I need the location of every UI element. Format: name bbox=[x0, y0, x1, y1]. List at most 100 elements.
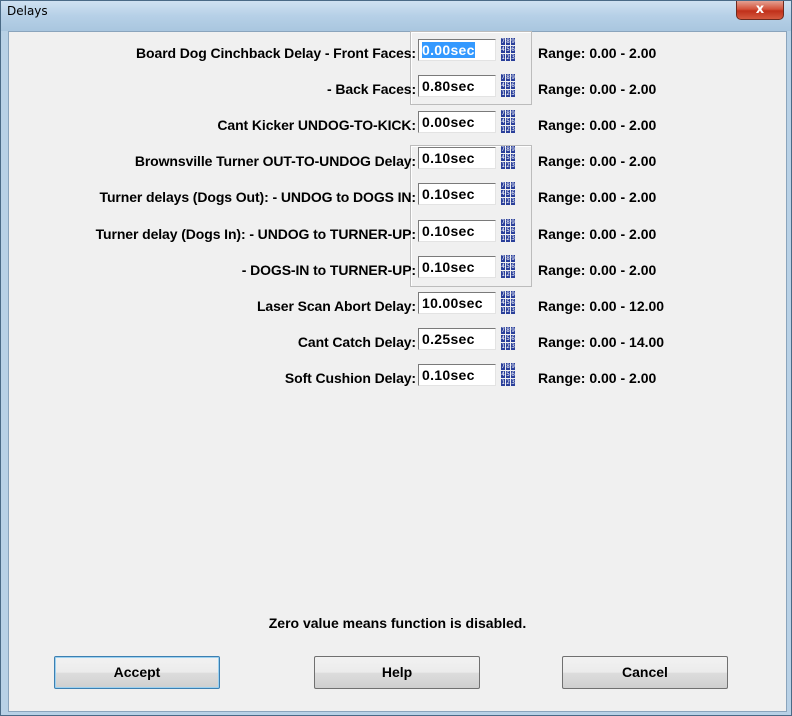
numeric-keypad-icon[interactable]: 789456123 bbox=[501, 110, 517, 134]
keypad-digit: 9 bbox=[511, 327, 515, 334]
keypad-digit: 3 bbox=[511, 379, 515, 386]
keypad-digit: 2 bbox=[506, 90, 510, 97]
delay-range: Range: 0.00 - 2.00 bbox=[538, 262, 657, 278]
keypad-digit: 2 bbox=[506, 271, 510, 278]
keypad-digit: 4 bbox=[501, 299, 505, 306]
cancel-button[interactable]: Cancel bbox=[562, 656, 728, 689]
delay-value: 0.10sec bbox=[422, 150, 475, 166]
keypad-digit: 5 bbox=[506, 335, 510, 342]
keypad-digit: 1 bbox=[501, 307, 505, 314]
keypad-digit: 4 bbox=[501, 263, 505, 270]
keypad-digit: 1 bbox=[501, 162, 505, 169]
numeric-keypad-icon[interactable]: 789456123 bbox=[501, 255, 517, 279]
delay-input[interactable]: 0.10sec bbox=[418, 147, 496, 169]
keypad-digit: 4 bbox=[501, 371, 505, 378]
keypad-digit: 8 bbox=[506, 110, 510, 117]
delay-input[interactable]: 10.00sec bbox=[418, 292, 496, 314]
numeric-keypad-icon[interactable]: 789456123 bbox=[501, 146, 517, 170]
numeric-keypad-icon[interactable]: 789456123 bbox=[501, 327, 517, 351]
keypad-digit: 3 bbox=[511, 90, 515, 97]
delay-label: Turner delays (Dogs Out): - UNDOG to DOG… bbox=[99, 189, 417, 205]
keypad-digit: 4 bbox=[501, 227, 505, 234]
delay-row: Turner delay (Dogs In): - UNDOG to TURNE… bbox=[9, 218, 786, 246]
window-title: Delays bbox=[7, 4, 48, 18]
help-button[interactable]: Help bbox=[314, 656, 480, 689]
keypad-digit: 4 bbox=[501, 82, 505, 89]
keypad-digit: 7 bbox=[501, 255, 505, 262]
keypad-digit: 2 bbox=[506, 162, 510, 169]
delay-input[interactable]: 0.80sec bbox=[418, 75, 496, 97]
keypad-digit: 2 bbox=[506, 307, 510, 314]
delay-label: Turner delay (Dogs In): - UNDOG to TURNE… bbox=[95, 226, 416, 242]
keypad-digit: 9 bbox=[511, 219, 515, 226]
keypad-digit: 6 bbox=[511, 227, 515, 234]
keypad-digit: 6 bbox=[511, 82, 515, 89]
delays-dialog: Delays x Board Dog Cinchback Delay - Fro… bbox=[0, 0, 792, 716]
delay-value: 0.25sec bbox=[422, 331, 475, 347]
delay-range: Range: 0.00 - 2.00 bbox=[538, 226, 657, 242]
keypad-digit: 7 bbox=[501, 110, 505, 117]
keypad-digit: 5 bbox=[506, 118, 510, 125]
accept-button[interactable]: Accept bbox=[54, 656, 220, 689]
keypad-digit: 3 bbox=[511, 271, 515, 278]
delay-label: Laser Scan Abort Delay: bbox=[256, 298, 416, 314]
keypad-digit: 8 bbox=[506, 38, 510, 45]
keypad-digit: 9 bbox=[511, 363, 515, 370]
keypad-digit: 3 bbox=[511, 54, 515, 61]
numeric-keypad-icon[interactable]: 789456123 bbox=[501, 291, 517, 315]
numeric-keypad-icon[interactable]: 789456123 bbox=[501, 74, 517, 98]
numeric-keypad-icon[interactable]: 789456123 bbox=[501, 363, 517, 387]
keypad-digit: 6 bbox=[511, 154, 515, 161]
title-bar[interactable]: Delays x bbox=[1, 1, 791, 31]
delay-input[interactable]: 0.10sec bbox=[418, 183, 496, 205]
delay-input[interactable]: 0.00sec bbox=[418, 39, 496, 61]
delay-label: Board Dog Cinchback Delay - Front Faces: bbox=[136, 45, 416, 61]
keypad-digit: 7 bbox=[501, 182, 505, 189]
delay-range: Range: 0.00 - 14.00 bbox=[538, 334, 665, 350]
delay-range: Range: 0.00 - 2.00 bbox=[538, 189, 657, 205]
keypad-digit: 5 bbox=[506, 46, 510, 53]
keypad-digit: 8 bbox=[506, 146, 510, 153]
delay-value: 0.10sec bbox=[422, 367, 475, 383]
delay-input[interactable]: 0.10sec bbox=[418, 256, 496, 278]
numeric-keypad-icon[interactable]: 789456123 bbox=[501, 38, 517, 62]
keypad-digit: 7 bbox=[501, 146, 505, 153]
keypad-digit: 5 bbox=[506, 263, 510, 270]
delay-range: Range: 0.00 - 2.00 bbox=[538, 370, 657, 386]
keypad-digit: 1 bbox=[501, 343, 505, 350]
delay-range: Range: 0.00 - 2.00 bbox=[538, 153, 657, 169]
delay-label: Cant Kicker UNDOG-TO-KICK: bbox=[217, 117, 416, 133]
keypad-digit: 9 bbox=[511, 38, 515, 45]
keypad-digit: 2 bbox=[506, 126, 510, 133]
keypad-digit: 8 bbox=[506, 219, 510, 226]
keypad-digit: 8 bbox=[506, 327, 510, 334]
delay-label: Cant Catch Delay: bbox=[297, 334, 416, 350]
delay-input[interactable]: 0.25sec bbox=[418, 328, 496, 350]
delay-value: 10.00sec bbox=[422, 295, 483, 311]
keypad-digit: 2 bbox=[506, 235, 510, 242]
keypad-digit: 7 bbox=[501, 327, 505, 334]
keypad-digit: 7 bbox=[501, 291, 505, 298]
delay-input[interactable]: 0.10sec bbox=[418, 364, 496, 386]
delay-row: Cant Catch Delay: 0.25sec 7 8 9 4 5 6 1 2 3 Range: … bbox=[9, 326, 786, 354]
keypad-digit: 7 bbox=[501, 219, 505, 226]
close-button[interactable]: x bbox=[736, 1, 784, 20]
keypad-digit: 8 bbox=[506, 363, 510, 370]
keypad-digit: 5 bbox=[506, 82, 510, 89]
dialog-body: Board Dog Cinchback Delay - Front Faces:… bbox=[8, 31, 787, 712]
keypad-digit: 6 bbox=[511, 46, 515, 53]
delay-row: Laser Scan Abort Delay: 10.00sec 7 8 9 4 5 6 1 2 3… bbox=[9, 290, 786, 318]
keypad-digit: 3 bbox=[511, 307, 515, 314]
keypad-digit: 1 bbox=[501, 379, 505, 386]
delay-input[interactable]: 0.10sec bbox=[418, 220, 496, 242]
numeric-keypad-icon[interactable]: 789456123 bbox=[501, 219, 517, 243]
delay-input[interactable]: 0.00sec bbox=[418, 111, 496, 133]
keypad-digit: 9 bbox=[511, 182, 515, 189]
keypad-digit: 4 bbox=[501, 46, 505, 53]
numeric-keypad-icon[interactable]: 789456123 bbox=[501, 182, 517, 206]
delay-range: Range: 0.00 - 12.00 bbox=[538, 298, 665, 314]
keypad-digit: 6 bbox=[511, 335, 515, 342]
keypad-digit: 9 bbox=[511, 110, 515, 117]
close-icon: x bbox=[755, 2, 765, 17]
keypad-digit: 2 bbox=[506, 54, 510, 61]
